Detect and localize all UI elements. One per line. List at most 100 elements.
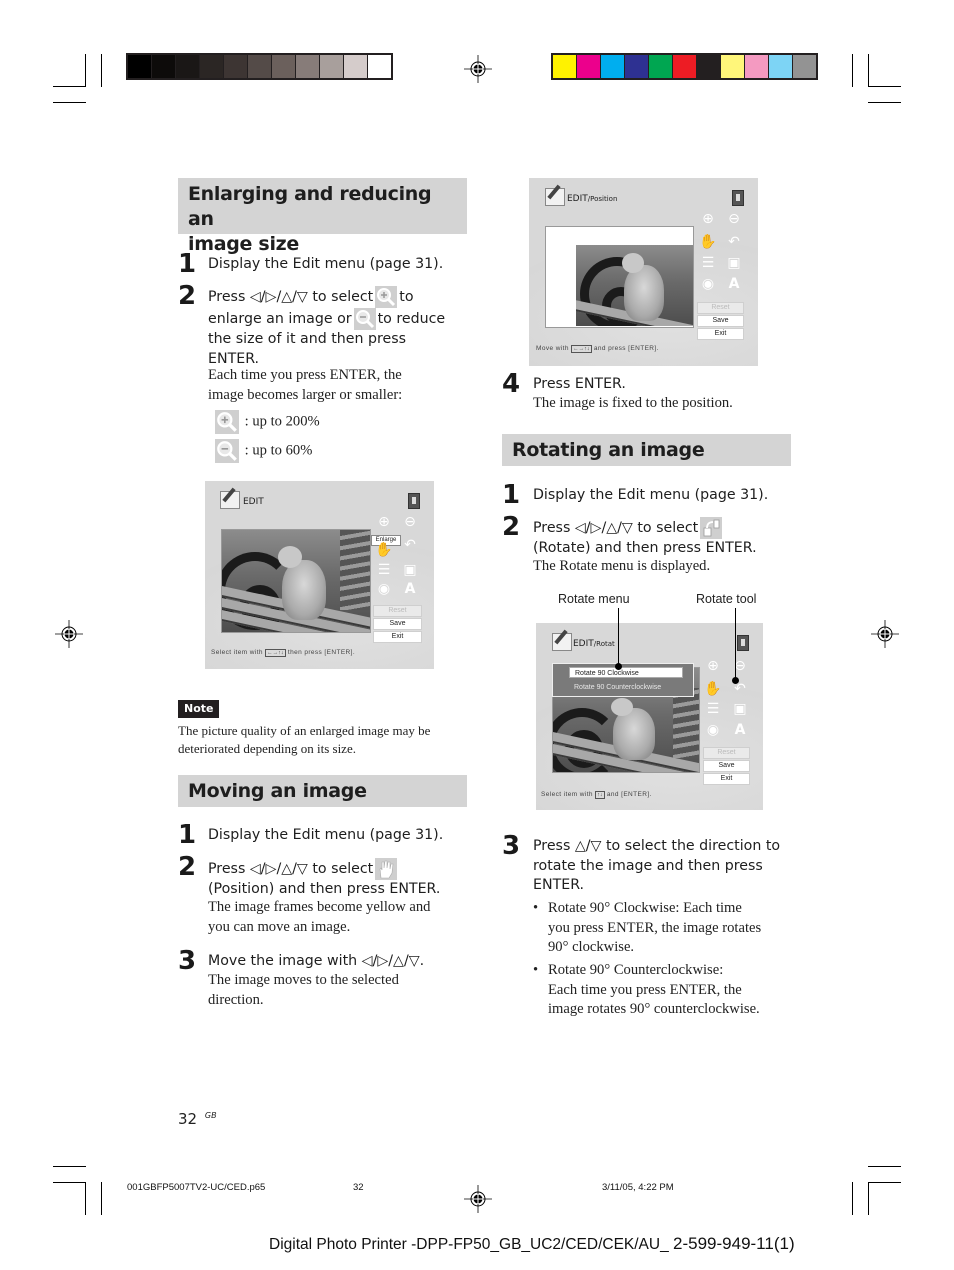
step-description: The image is fixed to the position. [533,395,733,411]
step-text: to [399,289,414,305]
rotate-screen-screenshot: EDIT/Rotat Rotate 90 Clockwise Rotate 90… [536,623,763,810]
grayscale-swatch [272,55,295,78]
screen-title: EDIT/Rotat [573,639,615,649]
color-swatch [649,55,672,78]
edit-screen-screenshot: EDIT ⊕ ⊖ Enlarge ✋ ↶ ☰ ▣ ◉ A Reset Save … [205,481,434,669]
step-description: The image moves to the selected directio… [208,971,399,1010]
slug-timestamp: 3/11/05, 4:22 PM [602,1182,674,1193]
note-line: The picture quality of an enlarged image… [178,723,431,738]
color-swatch [625,55,648,78]
exit-button[interactable]: Exit [373,631,422,643]
grayscale-swatch [368,55,391,78]
adjust-tool-icon: ☰ [701,255,715,271]
adjust-tool-icon: ☰ [377,562,391,578]
section-heading-enlarging: Enlarging and reducing an image size [178,178,467,255]
hint-text: Select item with [211,649,263,656]
cat-photo [576,245,693,326]
grayscale-swatch [320,55,343,78]
frame-tool-icon: ▣ [403,562,417,578]
step-description: The image frames become yellow and you c… [208,898,430,937]
page-language: GB [204,1111,217,1120]
rotate-tool-icon: ↶ [728,234,740,250]
step-text-block: Press ◁/▷/△/▽ to select to enlarge an ima… [208,286,473,369]
step-number: 1 [178,249,197,279]
rotate-clockwise-option[interactable]: Rotate 90 Clockwise [569,667,683,678]
step-number: 4 [502,369,521,399]
step-number: 2 [178,281,197,311]
position-hand-tool-icon: ✋ [704,681,722,697]
color-swatch [577,55,600,78]
frame-tool-icon: ▣ [733,701,747,717]
bullet-line: Rotate 90° Counterclockwise: [548,962,724,978]
zoom-in-tool-icon: ⊕ [707,658,719,674]
color-swatch [793,55,816,78]
edit-pencil-icon [552,633,572,651]
description-line: The image moves to the selected [208,972,399,988]
process-color-bar [551,53,818,80]
callout-leader-tool [735,608,736,680]
text-tool-icon: A [728,276,740,292]
grayscale-swatch [200,55,223,78]
bullet-line: 90° clockwise. [548,939,635,955]
screen-title: EDIT [243,497,264,507]
slug-file-name: 001GBFP5007TV2-UC/CED.p65 [127,1182,266,1193]
zoom-out-limit-text: : up to 60% [244,442,313,459]
step-text-block: Press △/▽ to select the direction to rot… [533,837,780,896]
section-heading-moving: Moving an image [178,775,467,807]
bullet-line: Each time you press ENTER, the [548,981,742,998]
red-eye-tool-icon: ◉ [706,722,720,738]
screen-title: EDIT/Position [567,194,617,204]
zoom-in-limit-text: : up to 200% [244,413,320,430]
edit-pencil-icon [545,188,565,206]
product-line-text: Digital Photo Printer -DPP-FP50_GB_UC2/C… [269,1236,669,1253]
memory-card-icon [408,493,420,509]
arrow-keys-icon: ←→↑↓ [265,649,286,657]
reset-button[interactable]: Reset [703,747,750,759]
save-button[interactable]: Save [697,315,744,327]
step-text: Press △/▽ to select the direction to [533,838,781,854]
step-number: 2 [502,512,521,542]
step-text: Display the Edit menu (page 31). [208,827,444,843]
description-line: Each time you press ENTER, the [208,367,402,383]
arrow-keys-icon: ↑↓ [595,791,605,799]
rotate-counterclockwise-option[interactable]: Rotate 90 Counterclockwise [569,682,689,693]
step-text: Press ◁/▷/△/▽ to select [208,861,374,877]
step-description: Each time you press ENTER, the image bec… [208,366,402,405]
save-button[interactable]: Save [373,618,422,630]
text-tool-icon: A [734,722,746,738]
rotate-menu: Rotate 90 Clockwise Rotate 90 Counterclo… [552,663,694,697]
step-text: enlarge an image or [208,311,352,327]
zoom-out-tool-icon: ⊖ [728,211,740,227]
exit-button[interactable]: Exit [697,328,744,340]
zoom-out-tool-icon: ⊖ [734,658,746,674]
zoom-out-tool-icon: ⊖ [404,514,416,530]
reset-button[interactable]: Reset [373,605,422,617]
step-number: 1 [178,820,197,850]
color-swatch [553,55,576,78]
callout-rotate-menu: Rotate menu [558,592,630,606]
callout-dot-menu [615,663,622,670]
step-number: 3 [502,831,521,861]
title-text: EDIT [573,639,594,649]
callout-rotate-tool: Rotate tool [696,592,757,606]
grayscale-swatch [248,55,271,78]
bullet-icon: • [533,900,539,916]
page-number: 32 GB [178,1110,217,1128]
zoom-in-limit: : up to 200% [213,410,320,434]
exit-button[interactable]: Exit [703,773,750,785]
section-heading-rotating: Rotating an image [502,434,791,466]
step-text: Press ENTER. [533,376,626,392]
save-button[interactable]: Save [703,760,750,772]
reset-button[interactable]: Reset [697,302,744,314]
bullet-item: • Rotate 90° Clockwise: Each time you pr… [533,899,761,958]
grayscale-swatch [152,55,175,78]
color-swatch [697,55,720,78]
hint-text: Select item with [541,791,593,798]
step-text: Display the Edit menu (page 31). [208,256,444,272]
note-text: The picture quality of an enlarged image… [178,722,430,758]
position-screen-screenshot: EDIT/Position ⊕ ⊖ ✋ ↶ ☰ ▣ ◉ A Reset Save… [529,178,758,366]
bullet-line: Rotate 90° Clockwise: Each time [548,900,742,916]
red-eye-tool-icon: ◉ [701,276,715,292]
heading-line-1: Enlarging and reducing an [188,183,432,230]
note-badge: Note [178,700,220,718]
